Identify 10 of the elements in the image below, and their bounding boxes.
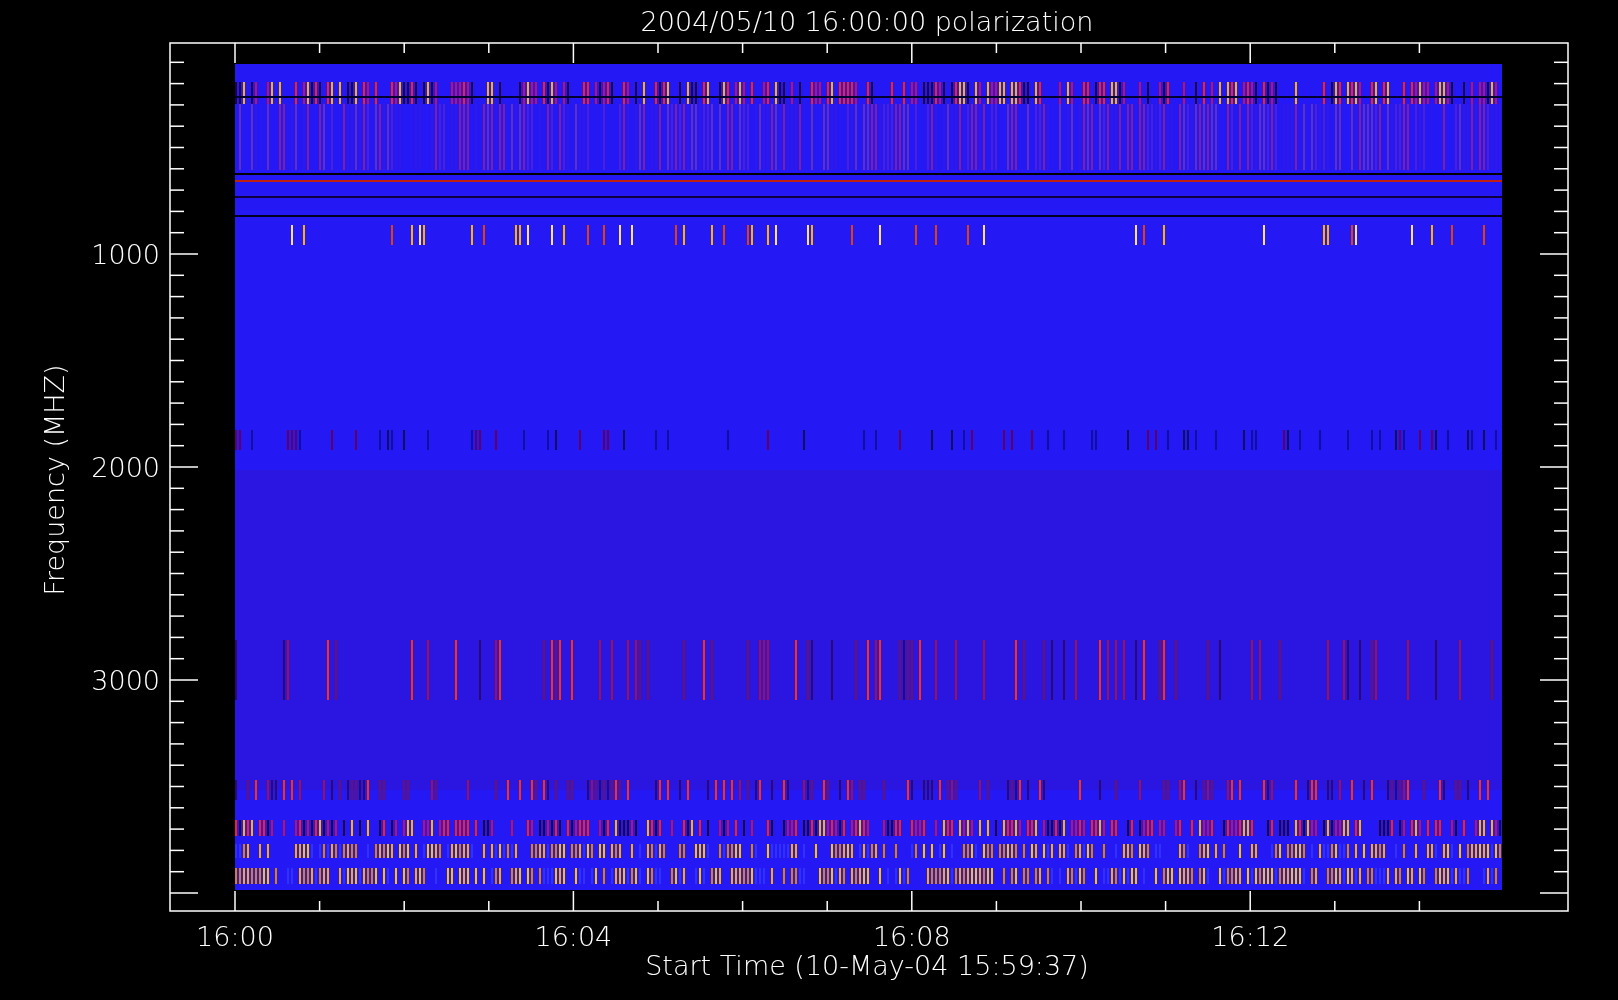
chart-title: 2004/05/10 16:00:00 polarization [640, 6, 1094, 37]
x-axis-label: Start Time (10-May-04 15:59:37) [645, 950, 1089, 981]
x-tick-label: 16:08 [872, 921, 951, 952]
y-tick-label: 1000 [91, 239, 160, 270]
y-tick-label: 2000 [91, 452, 160, 483]
x-tick-label: 16:04 [534, 921, 613, 952]
x-tick-label: 16:12 [1211, 921, 1290, 952]
y-tick-label: 3000 [91, 665, 160, 696]
y-axis-label: Frequency (MHZ) [39, 364, 70, 596]
x-tick-label: 16:00 [196, 921, 274, 952]
